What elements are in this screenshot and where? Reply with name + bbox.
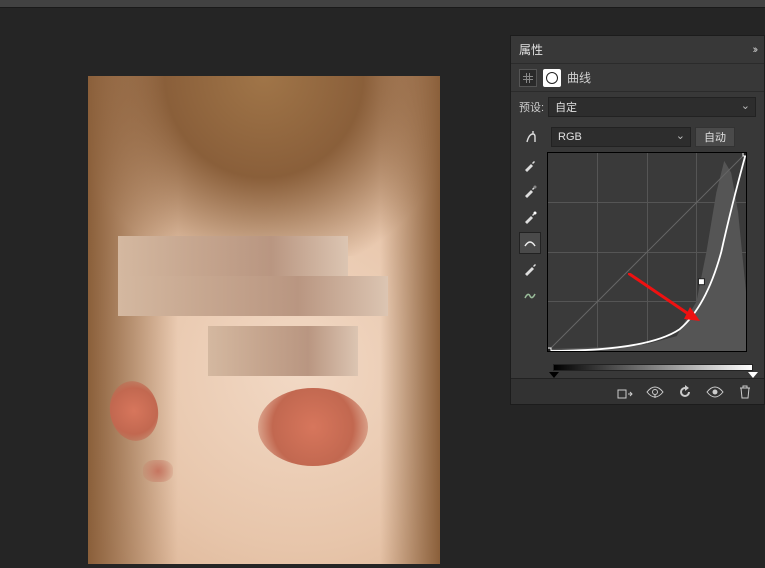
- preset-value: 自定: [555, 99, 577, 115]
- document-image[interactable]: [88, 76, 440, 564]
- reset-icon[interactable]: [676, 383, 694, 401]
- panel-collapse-icon[interactable]: ››: [753, 44, 756, 56]
- eyedropper-white-icon[interactable]: [519, 206, 541, 228]
- auto-button[interactable]: 自动: [695, 127, 735, 147]
- annotation-arrow-icon: [628, 273, 708, 328]
- lip-mark: [143, 460, 173, 482]
- properties-panel: 属性 ›› 曲线 预设: 自定 RGB 自动: [510, 35, 765, 405]
- auto-button-label: 自动: [704, 129, 726, 145]
- adjustment-type-label: 曲线: [567, 69, 591, 86]
- image-hair-left: [88, 76, 178, 564]
- panel-title: 属性: [519, 41, 543, 58]
- curve-editor: [511, 152, 764, 352]
- censor-block: [118, 276, 388, 316]
- clip-to-layer-icon[interactable]: [616, 383, 634, 401]
- app-menubar: [0, 0, 765, 8]
- censor-block: [118, 236, 348, 276]
- preset-label: 预设:: [519, 99, 544, 115]
- censor-block: [208, 326, 358, 376]
- delete-icon[interactable]: [736, 383, 754, 401]
- curve-point-shadow[interactable]: [548, 348, 551, 351]
- view-previous-icon[interactable]: [646, 383, 664, 401]
- curve-point-highlight[interactable]: [743, 153, 746, 156]
- channel-row: RGB 自动: [511, 122, 764, 152]
- panel-footer: [511, 378, 764, 404]
- image-hair-right: [380, 76, 440, 564]
- channel-dropdown[interactable]: RGB: [551, 127, 691, 147]
- channel-value: RGB: [558, 131, 582, 143]
- input-gradient[interactable]: [553, 364, 753, 371]
- curve-tools: [519, 152, 543, 352]
- eyedropper-black-icon[interactable]: [519, 154, 541, 176]
- adjustment-type-row: 曲线: [511, 64, 764, 92]
- curve-graph[interactable]: [547, 152, 747, 352]
- smooth-tool-icon[interactable]: [519, 284, 541, 306]
- histogram-icon[interactable]: [519, 69, 537, 87]
- curve-point-tool-icon[interactable]: [519, 232, 541, 254]
- blush-mark-right: [258, 388, 368, 466]
- pencil-tool-icon[interactable]: [519, 258, 541, 280]
- targeted-adjust-icon[interactable]: [519, 129, 547, 145]
- eyedropper-gray-icon[interactable]: [519, 180, 541, 202]
- canvas-area[interactable]: [0, 8, 510, 568]
- panel-header: 属性 ››: [511, 36, 764, 64]
- mask-icon[interactable]: [543, 69, 561, 87]
- preset-row: 预设: 自定: [511, 92, 764, 122]
- visibility-icon[interactable]: [706, 383, 724, 401]
- preset-dropdown[interactable]: 自定: [548, 97, 756, 117]
